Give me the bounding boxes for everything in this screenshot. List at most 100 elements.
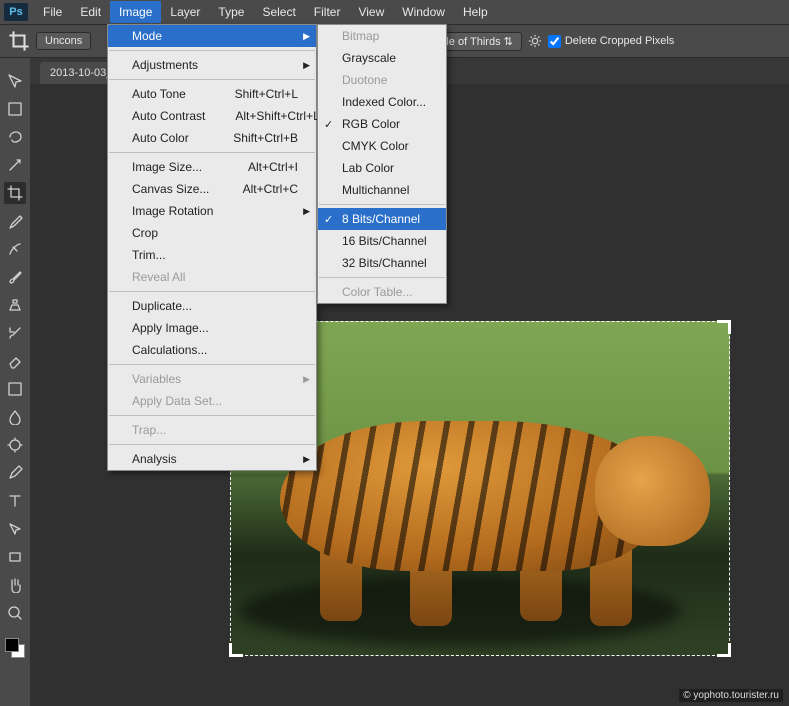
tool-move[interactable]: [4, 70, 26, 92]
mode-menu-16-bits-channel[interactable]: 16 Bits/Channel: [318, 230, 446, 252]
foreground-color-swatch[interactable]: [5, 638, 19, 652]
tool-eraser[interactable]: [4, 350, 26, 372]
menu-item-label: 8 Bits/Channel: [342, 212, 420, 226]
mode-menu-8-bits-channel[interactable]: ✓8 Bits/Channel: [318, 208, 446, 230]
tool-lasso[interactable]: [4, 126, 26, 148]
tool-clone-stamp[interactable]: [4, 294, 26, 316]
mode-menu-lab-color[interactable]: Lab Color: [318, 157, 446, 179]
image-menu-apply-image[interactable]: Apply Image...: [108, 317, 316, 339]
menu-item-label: Multichannel: [342, 183, 409, 197]
menu-item-label: Apply Data Set...: [132, 394, 222, 408]
tool-rectangle[interactable]: [4, 546, 26, 568]
crop-ratio-dropdown[interactable]: Uncons: [36, 32, 91, 50]
image-menu-analysis[interactable]: Analysis▶: [108, 448, 316, 470]
menu-layer[interactable]: Layer: [161, 1, 209, 23]
clone-stamp-icon: [7, 297, 23, 313]
submenu-arrow-icon: ▶: [303, 31, 310, 42]
gradient-icon: [7, 381, 23, 397]
submenu-arrow-icon: ▶: [303, 454, 310, 465]
blur-icon: [7, 409, 23, 425]
gear-icon[interactable]: [528, 34, 542, 48]
mode-menu-indexed-color[interactable]: Indexed Color...: [318, 91, 446, 113]
image-menu-canvas-size[interactable]: Canvas Size...Alt+Ctrl+C: [108, 178, 316, 200]
mode-menu-rgb-color[interactable]: ✓RGB Color: [318, 113, 446, 135]
zoom-icon: [7, 605, 23, 621]
menu-item-label: Duotone: [342, 73, 387, 87]
marquee-icon: [7, 101, 23, 117]
watermark: © yophoto.tourister.ru: [679, 689, 783, 702]
menu-file[interactable]: File: [34, 1, 71, 23]
shortcut-label: Alt+Ctrl+I: [218, 160, 298, 174]
image-menu-image-size[interactable]: Image Size...Alt+Ctrl+I: [108, 156, 316, 178]
tool-gradient[interactable]: [4, 378, 26, 400]
image-menu-duplicate[interactable]: Duplicate...: [108, 295, 316, 317]
menu-image[interactable]: Image: [110, 1, 161, 23]
menu-select[interactable]: Select: [253, 1, 304, 23]
tool-dodge[interactable]: [4, 434, 26, 456]
history-brush-icon: [7, 325, 23, 341]
menu-item-label: Mode: [132, 29, 162, 43]
image-menu-auto-tone[interactable]: Auto ToneShift+Ctrl+L: [108, 83, 316, 105]
tool-brush[interactable]: [4, 266, 26, 288]
shortcut-label: Alt+Shift+Ctrl+L: [205, 109, 319, 123]
magic-wand-icon: [7, 157, 23, 173]
tool-zoom[interactable]: [4, 602, 26, 624]
image-menu-trim[interactable]: Trim...: [108, 244, 316, 266]
image-menu-crop[interactable]: Crop: [108, 222, 316, 244]
image-menu-image-rotation[interactable]: Image Rotation▶: [108, 200, 316, 222]
menu-item-label: Duplicate...: [132, 299, 192, 313]
tool-type[interactable]: [4, 490, 26, 512]
menu-item-label: Color Table...: [342, 285, 412, 299]
mode-menu-duotone: Duotone: [318, 69, 446, 91]
submenu-arrow-icon: ▶: [303, 206, 310, 217]
menu-view[interactable]: View: [349, 1, 393, 23]
tool-hand[interactable]: [4, 574, 26, 596]
menu-item-label: 32 Bits/Channel: [342, 256, 427, 270]
menu-item-label: Calculations...: [132, 343, 207, 357]
move-icon: [7, 73, 23, 89]
image-menu-mode[interactable]: Mode ▶: [108, 25, 316, 47]
tool-marquee[interactable]: [4, 98, 26, 120]
mode-menu-grayscale[interactable]: Grayscale: [318, 47, 446, 69]
tool-path-select[interactable]: [4, 518, 26, 540]
menu-edit[interactable]: Edit: [71, 1, 110, 23]
menu-window[interactable]: Window: [393, 1, 454, 23]
image-menu-trap: Trap...: [108, 419, 316, 441]
menu-item-label: CMYK Color: [342, 139, 409, 153]
menu-filter[interactable]: Filter: [305, 1, 350, 23]
menu-type[interactable]: Type: [209, 1, 253, 23]
mode-menu-cmyk-color[interactable]: CMYK Color: [318, 135, 446, 157]
mode-menu-multichannel[interactable]: Multichannel: [318, 179, 446, 201]
image-menu-variables: Variables▶: [108, 368, 316, 390]
chevron-icon: ⇅: [504, 36, 513, 48]
image-menu-apply-data-set: Apply Data Set...: [108, 390, 316, 412]
delete-cropped-checkbox[interactable]: Delete Cropped Pixels: [548, 35, 674, 48]
tool-magic-wand[interactable]: [4, 154, 26, 176]
path-select-icon: [7, 521, 23, 537]
tool-history-brush[interactable]: [4, 322, 26, 344]
tool-blur[interactable]: [4, 406, 26, 428]
image-menu: Mode▶Adjustments▶Auto ToneShift+Ctrl+LAu…: [107, 24, 317, 471]
menu-help[interactable]: Help: [454, 1, 497, 23]
tool-pen[interactable]: [4, 462, 26, 484]
delete-cropped-input[interactable]: [548, 35, 561, 48]
mode-menu-32-bits-channel[interactable]: 32 Bits/Channel: [318, 252, 446, 274]
crop-icon: [8, 30, 30, 52]
menu-item-label: RGB Color: [342, 117, 400, 131]
tools-panel: [0, 58, 30, 658]
color-swatches[interactable]: [5, 638, 25, 658]
image-menu-adjustments[interactable]: Adjustments▶: [108, 54, 316, 76]
tool-eyedropper[interactable]: [4, 210, 26, 232]
tool-healing-brush[interactable]: [4, 238, 26, 260]
menu-item-label: Adjustments: [132, 58, 198, 72]
shortcut-label: Alt+Ctrl+C: [213, 182, 298, 196]
menu-item-label: Bitmap: [342, 29, 379, 43]
image-menu-auto-color[interactable]: Auto ColorShift+Ctrl+B: [108, 127, 316, 149]
menu-item-label: Variables: [132, 372, 181, 386]
tool-crop[interactable]: [4, 182, 26, 204]
eraser-icon: [7, 353, 23, 369]
app-logo: Ps: [4, 3, 28, 21]
image-menu-auto-contrast[interactable]: Auto ContrastAlt+Shift+Ctrl+L: [108, 105, 316, 127]
mode-menu-color-table: Color Table...: [318, 281, 446, 303]
image-menu-calculations[interactable]: Calculations...: [108, 339, 316, 361]
